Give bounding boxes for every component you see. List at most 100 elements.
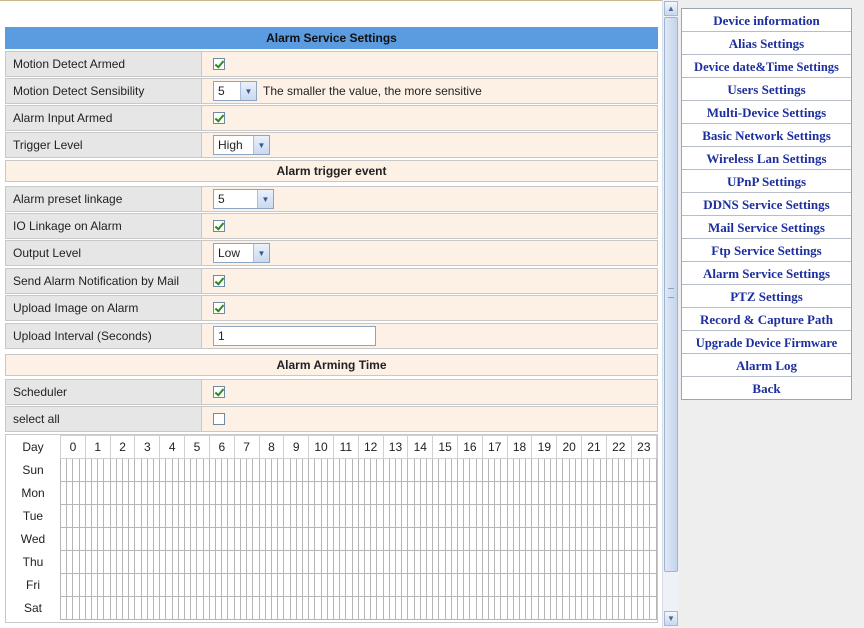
vertical-scrollbar[interactable]: ▲ ▼ — [662, 0, 678, 628]
schedule-slot[interactable] — [649, 527, 657, 551]
menu-item-ftp-service-settings[interactable]: Ftp Service Settings — [682, 239, 851, 262]
row-alarm-preset-linkage: Alarm preset linkage 5 ▼ — [5, 186, 658, 212]
hour-label: 6 — [208, 435, 235, 459]
sensibility-value: 5 — [218, 84, 225, 98]
schedule-slot[interactable] — [649, 481, 657, 505]
menu-item-upgrade-device-firmware[interactable]: Upgrade Device Firmware — [682, 331, 851, 354]
upload-interval-input[interactable]: 1 — [213, 326, 376, 346]
hour-label: 22 — [605, 435, 632, 459]
chevron-down-icon: ▼ — [240, 82, 256, 100]
hour-label: 15 — [432, 435, 458, 459]
menu-item-record-capture-path[interactable]: Record & Capture Path — [682, 308, 851, 331]
scroll-down-icon[interactable]: ▼ — [664, 611, 678, 626]
scheduler-label: Scheduler — [6, 380, 202, 404]
trigger-level-value: High — [218, 138, 243, 152]
scroll-thumb[interactable] — [664, 17, 678, 572]
io-linkage-label: IO Linkage on Alarm — [6, 214, 202, 238]
row-io-linkage: IO Linkage on Alarm — [5, 213, 658, 239]
output-level-value: Low — [218, 246, 241, 260]
menu-item-back[interactable]: Back — [682, 377, 851, 399]
io-linkage-checkbox[interactable] — [213, 220, 225, 232]
hour-label: 2 — [109, 435, 136, 459]
hour-label: 23 — [630, 435, 658, 459]
chevron-down-icon: ▼ — [257, 190, 273, 208]
hour-label: 13 — [382, 435, 409, 459]
menu-item-ptz-settings[interactable]: PTZ Settings — [682, 285, 851, 308]
alarm-input-armed-label: Alarm Input Armed — [6, 106, 202, 130]
main-frame: Alarm Service Settings Motion Detect Arm… — [0, 0, 662, 628]
hour-label: 11 — [332, 435, 359, 459]
schedule-slot[interactable] — [649, 573, 657, 597]
scroll-up-icon[interactable]: ▲ — [664, 1, 678, 16]
menu-item-wireless-lan-settings[interactable]: Wireless Lan Settings — [682, 147, 851, 170]
motion-detect-armed-checkbox[interactable] — [213, 58, 225, 70]
send-mail-checkbox[interactable] — [213, 275, 225, 287]
menu-item-upnp-settings[interactable]: UPnP Settings — [682, 170, 851, 193]
menu-item-multi-device-settings[interactable]: Multi-Device Settings — [682, 101, 851, 124]
row-trigger-level: Trigger Level High ▼ — [5, 132, 658, 158]
day-label: Sun — [22, 463, 44, 477]
menu-item-device-date-time-settings[interactable]: Device date&Time Settings — [682, 55, 851, 78]
row-upload-image: Upload Image on Alarm — [5, 295, 658, 321]
hour-label: 9 — [283, 435, 310, 459]
hour-label: 7 — [233, 435, 260, 459]
menu-item-mail-service-settings[interactable]: Mail Service Settings — [682, 216, 851, 239]
upload-image-checkbox[interactable] — [213, 302, 225, 314]
row-send-mail: Send Alarm Notification by Mail — [5, 268, 658, 294]
schedule-row-wed: Wed — [6, 527, 657, 551]
hour-label: 1 — [84, 435, 111, 459]
day-label: Sat — [23, 601, 42, 615]
output-level-label: Output Level — [6, 241, 202, 265]
row-alarm-input-armed: Alarm Input Armed — [5, 105, 658, 131]
select-all-label: select all — [6, 407, 202, 431]
schedule-row-tue: Tue — [6, 504, 657, 528]
hour-label: 18 — [506, 435, 533, 459]
day-label: Fri — [26, 578, 40, 592]
row-motion-detect-armed: Motion Detect Armed — [5, 51, 658, 77]
day-label: Mon — [21, 486, 45, 500]
motion-detect-armed-label: Motion Detect Armed — [6, 52, 202, 76]
schedule-table: Day 0 1 2 3 4 5 6 7 8 9 10 11 12 13 14 15 16 17 18 19 20 21 22 2… — [6, 435, 658, 620]
menu-item-alarm-log[interactable]: Alarm Log — [682, 354, 851, 377]
schedule-slot[interactable] — [649, 458, 657, 482]
sensibility-hint: The smaller the value, the more sensitiv… — [263, 84, 482, 98]
row-output-level: Output Level Low ▼ — [5, 240, 658, 266]
upload-image-label: Upload Image on Alarm — [6, 296, 202, 320]
page-title: Alarm Service Settings — [5, 27, 658, 49]
hour-label: 0 — [60, 435, 86, 459]
hour-label: 4 — [159, 435, 186, 459]
hour-label: 20 — [556, 435, 583, 459]
hour-label: 5 — [184, 435, 210, 459]
output-level-select[interactable]: Low ▼ — [213, 243, 270, 263]
hour-label: 16 — [457, 435, 483, 459]
menu-item-basic-network-settings[interactable]: Basic Network Settings — [682, 124, 851, 147]
sensibility-select[interactable]: 5 ▼ — [213, 81, 257, 101]
trigger-level-label: Trigger Level — [6, 133, 202, 157]
day-header: Day — [22, 440, 44, 454]
menu-item-device-information[interactable]: Device information — [682, 9, 851, 32]
menu-item-users-settings[interactable]: Users Settings — [682, 78, 851, 101]
grip-icon — [668, 288, 674, 298]
menu-item-alarm-service-settings[interactable]: Alarm Service Settings — [682, 262, 851, 285]
hour-header-row: Day 0 1 2 3 4 5 6 7 8 9 10 11 12 13 14 15 16 17 18 19 20 21 22 2… — [6, 435, 658, 459]
row-motion-detect-sensibility: Motion Detect Sensibility 5 ▼ The smalle… — [5, 78, 658, 104]
alarm-preset-linkage-label: Alarm preset linkage — [6, 187, 202, 211]
row-select-all: select all — [5, 406, 658, 432]
trigger-level-select[interactable]: High ▼ — [213, 135, 270, 155]
schedule-slot[interactable] — [649, 504, 657, 528]
scheduler-checkbox[interactable] — [213, 386, 225, 398]
alarm-input-armed-checkbox[interactable] — [213, 112, 225, 124]
schedule-slot[interactable] — [649, 596, 657, 620]
trigger-section-title: Alarm trigger event — [5, 160, 658, 182]
menu-item-ddns-service-settings[interactable]: DDNS Service Settings — [682, 193, 851, 216]
schedule-row-sun: Sun — [6, 458, 657, 482]
day-label: Tue — [22, 509, 44, 523]
preset-linkage-select[interactable]: 5 ▼ — [213, 189, 274, 209]
schedule-slot[interactable] — [649, 550, 657, 574]
preset-linkage-value: 5 — [218, 192, 225, 206]
hour-label: 19 — [531, 435, 558, 459]
chevron-down-icon: ▼ — [253, 136, 269, 154]
menu-item-alias-settings[interactable]: Alias Settings — [682, 32, 851, 55]
select-all-checkbox[interactable] — [213, 413, 225, 425]
row-scheduler: Scheduler — [5, 379, 658, 405]
